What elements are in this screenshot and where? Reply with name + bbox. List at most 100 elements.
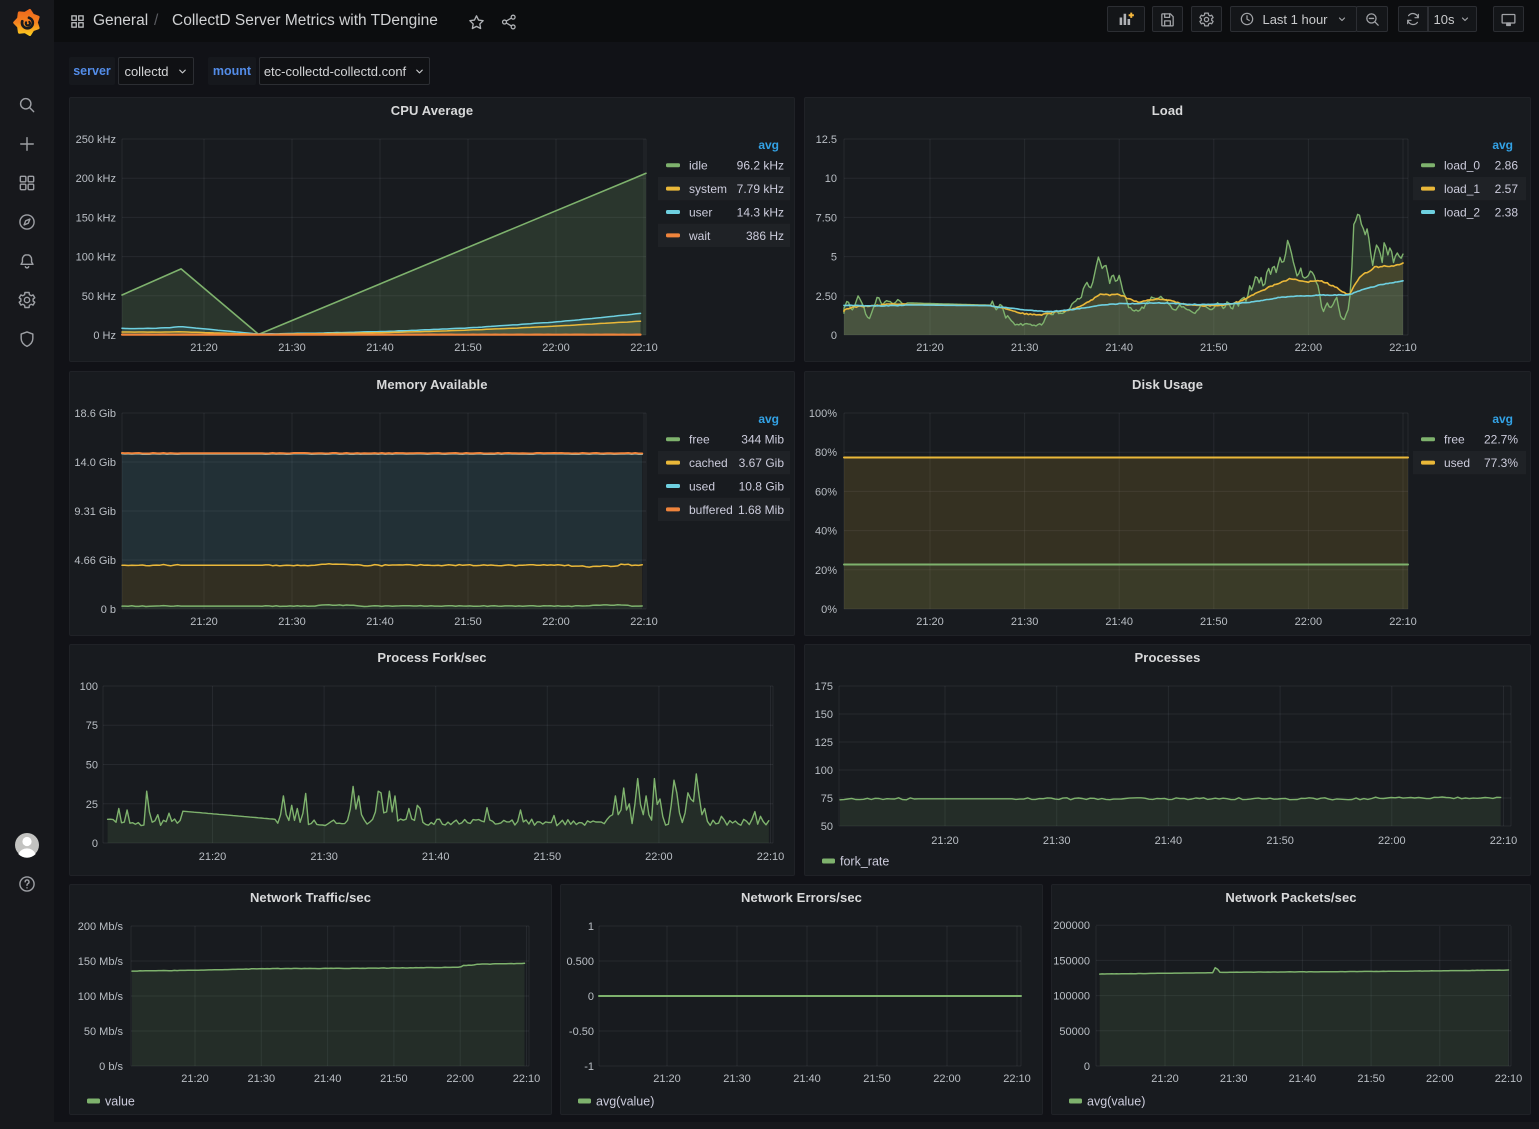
svg-text:22:10: 22:10	[1003, 1073, 1031, 1085]
svg-text:free: free	[1444, 433, 1465, 447]
svg-text:2.86: 2.86	[1495, 159, 1519, 173]
svg-text:21:20: 21:20	[653, 1073, 681, 1085]
svg-text:22:00: 22:00	[645, 851, 673, 863]
svg-text:21:30: 21:30	[723, 1073, 751, 1085]
svg-text:21:50: 21:50	[380, 1073, 408, 1085]
svg-text:22.7%: 22.7%	[1484, 433, 1518, 447]
svg-text:21:20: 21:20	[181, 1073, 209, 1085]
svg-text:22:00: 22:00	[542, 616, 570, 628]
svg-text:75: 75	[86, 720, 98, 732]
svg-text:22:10: 22:10	[1490, 835, 1518, 847]
svg-text:60%: 60%	[815, 486, 837, 498]
svg-text:21:40: 21:40	[314, 1073, 342, 1085]
svg-text:22:10: 22:10	[1495, 1073, 1523, 1085]
svg-text:50: 50	[86, 760, 98, 772]
svg-text:10: 10	[825, 173, 837, 185]
svg-text:avg: avg	[758, 412, 779, 426]
svg-text:0 Hz: 0 Hz	[93, 330, 116, 342]
svg-text:21:20: 21:20	[1151, 1073, 1179, 1085]
svg-text:load_2: load_2	[1444, 206, 1480, 220]
svg-text:21:50: 21:50	[1200, 616, 1228, 628]
svg-text:load_1: load_1	[1444, 182, 1480, 196]
svg-text:idle: idle	[689, 159, 708, 173]
svg-text:22:10: 22:10	[630, 342, 658, 354]
svg-text:21:40: 21:40	[1105, 616, 1133, 628]
svg-text:21:40: 21:40	[793, 1073, 821, 1085]
svg-text:40%: 40%	[815, 526, 837, 538]
svg-text:14.3 kHz: 14.3 kHz	[737, 206, 784, 220]
svg-text:cached: cached	[689, 456, 728, 470]
svg-text:1.68 Mib: 1.68 Mib	[738, 503, 784, 517]
svg-text:wait: wait	[688, 229, 711, 243]
svg-text:344 Mib: 344 Mib	[741, 433, 784, 447]
svg-text:22:10: 22:10	[1389, 616, 1417, 628]
svg-text:150 kHz: 150 kHz	[76, 212, 116, 224]
svg-text:386 Hz: 386 Hz	[746, 229, 784, 243]
svg-text:18.6 Gib: 18.6 Gib	[74, 408, 116, 420]
svg-text:22:00: 22:00	[1426, 1073, 1454, 1085]
svg-text:100 Mb/s: 100 Mb/s	[78, 991, 124, 1003]
svg-text:4.66 Gib: 4.66 Gib	[74, 555, 116, 567]
svg-text:21:20: 21:20	[190, 342, 218, 354]
svg-text:80%: 80%	[815, 447, 837, 459]
svg-text:21:50: 21:50	[1266, 835, 1294, 847]
svg-text:avg: avg	[1492, 412, 1513, 426]
svg-text:200 Mb/s: 200 Mb/s	[78, 921, 124, 933]
svg-text:21:30: 21:30	[248, 1073, 276, 1085]
svg-text:22:10: 22:10	[757, 851, 785, 863]
svg-text:150: 150	[815, 709, 833, 721]
svg-text:25: 25	[86, 799, 98, 811]
svg-text:21:40: 21:40	[1155, 835, 1183, 847]
svg-text:21:30: 21:30	[278, 342, 306, 354]
svg-text:22:00: 22:00	[542, 342, 570, 354]
svg-text:100 kHz: 100 kHz	[76, 252, 116, 264]
svg-text:2.57: 2.57	[1495, 182, 1519, 196]
svg-text:0.500: 0.500	[566, 956, 594, 968]
svg-text:free: free	[689, 433, 710, 447]
svg-text:avg: avg	[758, 138, 779, 152]
svg-text:used: used	[1444, 456, 1470, 470]
svg-text:fork_rate: fork_rate	[840, 855, 889, 869]
svg-text:5: 5	[831, 252, 837, 264]
svg-text:avg: avg	[1492, 138, 1513, 152]
svg-text:125: 125	[815, 737, 833, 749]
svg-text:200 kHz: 200 kHz	[76, 173, 116, 185]
svg-text:21:30: 21:30	[1011, 616, 1039, 628]
svg-text:-0.50: -0.50	[569, 1026, 594, 1038]
svg-text:10.8 Gib: 10.8 Gib	[739, 480, 785, 494]
svg-text:21:20: 21:20	[190, 616, 218, 628]
svg-text:22:10: 22:10	[513, 1073, 541, 1085]
svg-text:22:10: 22:10	[1389, 342, 1417, 354]
svg-text:21:40: 21:40	[366, 342, 394, 354]
svg-text:12.5: 12.5	[816, 134, 837, 146]
svg-text:value: value	[105, 1095, 135, 1109]
svg-text:150 Mb/s: 150 Mb/s	[78, 956, 124, 968]
svg-text:96.2 kHz: 96.2 kHz	[737, 159, 784, 173]
svg-text:-1: -1	[584, 1061, 594, 1073]
svg-text:21:40: 21:40	[1105, 342, 1133, 354]
svg-text:2.38: 2.38	[1495, 206, 1519, 220]
svg-text:22:00: 22:00	[1378, 835, 1406, 847]
svg-text:22:00: 22:00	[446, 1073, 474, 1085]
svg-text:22:10: 22:10	[630, 616, 658, 628]
svg-text:9.31 Gib: 9.31 Gib	[74, 506, 116, 518]
svg-text:21:40: 21:40	[366, 616, 394, 628]
svg-text:20%: 20%	[815, 565, 837, 577]
svg-text:100: 100	[80, 681, 98, 693]
svg-text:175: 175	[815, 681, 833, 693]
svg-text:21:20: 21:20	[931, 835, 959, 847]
svg-text:used: used	[689, 480, 715, 494]
svg-text:150000: 150000	[1053, 955, 1090, 967]
svg-text:22:00: 22:00	[933, 1073, 961, 1085]
svg-text:21:50: 21:50	[454, 616, 482, 628]
svg-text:21:30: 21:30	[1011, 342, 1039, 354]
svg-text:100000: 100000	[1053, 991, 1090, 1003]
svg-text:0 b: 0 b	[101, 604, 116, 616]
svg-text:250 kHz: 250 kHz	[76, 134, 116, 146]
svg-text:22:00: 22:00	[1295, 616, 1323, 628]
svg-text:avg(value): avg(value)	[1087, 1095, 1145, 1109]
svg-text:21:50: 21:50	[534, 851, 562, 863]
svg-text:21:50: 21:50	[1357, 1073, 1385, 1085]
svg-text:21:50: 21:50	[454, 342, 482, 354]
svg-text:2.50: 2.50	[816, 291, 837, 303]
